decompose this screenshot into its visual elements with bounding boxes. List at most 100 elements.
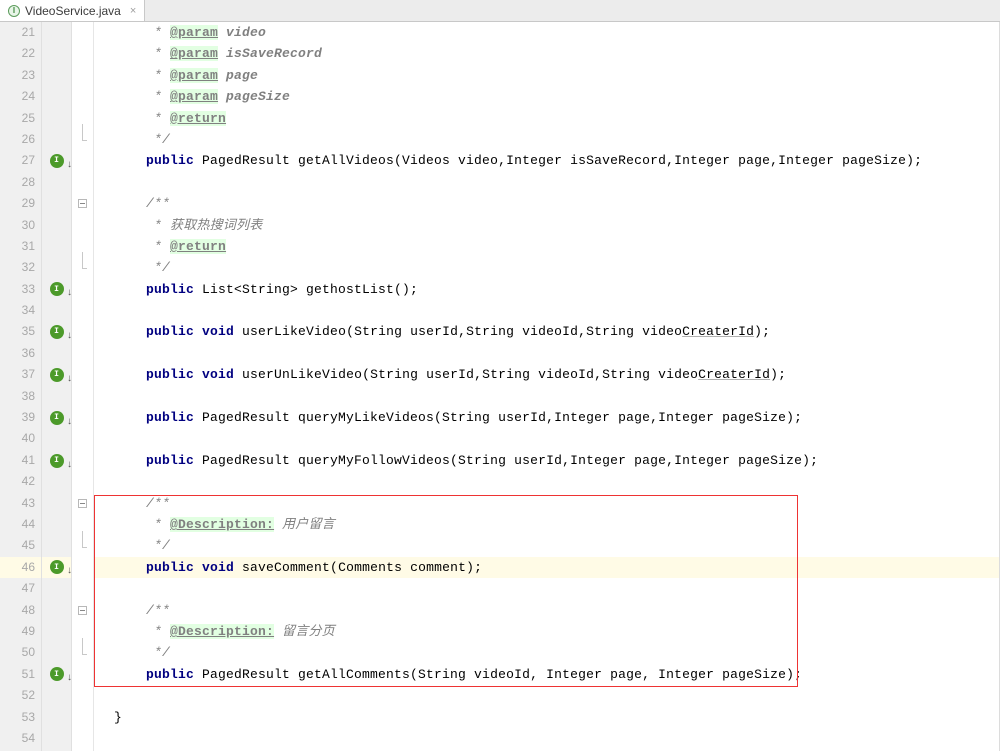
gutter-marker-cell	[42, 728, 71, 749]
line-number: 52	[0, 685, 41, 706]
fold-cell	[72, 257, 93, 278]
fold-cell	[72, 343, 93, 364]
fold-cell	[72, 493, 93, 514]
tab-bar: I VideoService.java ×	[0, 0, 1000, 22]
fold-cell	[72, 728, 93, 749]
fold-cell	[72, 65, 93, 86]
line-number: 25	[0, 108, 41, 129]
code-line[interactable]: */	[94, 535, 999, 556]
fold-cell	[72, 279, 93, 300]
code-line[interactable]: public PagedResult getAllComments(String…	[94, 664, 999, 685]
fold-cell	[72, 642, 93, 663]
code-line[interactable]: * @Description: 用户留言	[94, 514, 999, 535]
fold-end-icon	[78, 135, 87, 144]
implemented-icon[interactable]: I	[50, 411, 64, 425]
implemented-icon[interactable]: I	[50, 368, 64, 382]
code-line[interactable]: public PagedResult queryMyFollowVideos(S…	[94, 450, 999, 471]
gutter-marker-cell: I	[42, 557, 71, 578]
close-icon[interactable]: ×	[130, 5, 136, 17]
code-line[interactable]: * @param video	[94, 22, 999, 43]
line-number: 22	[0, 43, 41, 64]
code-line[interactable]	[94, 685, 999, 706]
line-number: 38	[0, 386, 41, 407]
fold-collapse-icon[interactable]	[78, 499, 87, 508]
fold-cell	[72, 300, 93, 321]
fold-collapse-icon[interactable]	[78, 199, 87, 208]
fold-cell	[72, 685, 93, 706]
code-line[interactable]	[94, 578, 999, 599]
implemented-icon[interactable]: I	[50, 560, 64, 574]
line-number: 54	[0, 728, 41, 749]
code-line[interactable]: */	[94, 642, 999, 663]
fold-cell	[72, 664, 93, 685]
code-line[interactable]: * @param page	[94, 65, 999, 86]
line-number: 26	[0, 129, 41, 150]
file-tab[interactable]: I VideoService.java ×	[0, 0, 145, 21]
gutter-marker-cell: I	[42, 450, 71, 471]
gutter-marker-cell	[42, 257, 71, 278]
code-line[interactable]: * @param isSaveRecord	[94, 43, 999, 64]
code-line[interactable]: */	[94, 257, 999, 278]
fold-cell	[72, 428, 93, 449]
fold-cell	[72, 22, 93, 43]
code-line[interactable]	[94, 172, 999, 193]
line-number: 47	[0, 578, 41, 599]
gutter-marker-cell	[42, 642, 71, 663]
code-line[interactable]	[94, 343, 999, 364]
code-line[interactable]: public void saveComment(Comments comment…	[94, 557, 999, 578]
code-line[interactable]: * 获取热搜词列表	[94, 215, 999, 236]
code-line[interactable]: /**	[94, 493, 999, 514]
gutter-marker-cell	[42, 86, 71, 107]
gutter-marker-cell: I	[42, 364, 71, 385]
line-number: 32	[0, 257, 41, 278]
code-line[interactable]: /**	[94, 600, 999, 621]
code-line[interactable]	[94, 386, 999, 407]
code-line[interactable]: public void userLikeVideo(String userId,…	[94, 321, 999, 342]
code-line[interactable]	[94, 300, 999, 321]
code-line[interactable]: public List<String> gethostList();	[94, 279, 999, 300]
code-line[interactable]: public PagedResult getAllVideos(Videos v…	[94, 150, 999, 171]
fold-cell	[72, 407, 93, 428]
fold-cell	[72, 557, 93, 578]
gutter-marker-cell	[42, 43, 71, 64]
implemented-icon[interactable]: I	[50, 282, 64, 296]
line-number: 44	[0, 514, 41, 535]
code-line[interactable]	[94, 728, 999, 749]
code-line[interactable]: * @param pageSize	[94, 86, 999, 107]
line-number: 46	[0, 557, 41, 578]
fold-cell	[72, 386, 93, 407]
code-editor[interactable]: 2122232425262728293031323334353637383940…	[0, 22, 1000, 751]
line-number: 49	[0, 621, 41, 642]
implemented-icon[interactable]: I	[50, 667, 64, 681]
implemented-icon[interactable]: I	[50, 454, 64, 468]
code-line[interactable]: public void userUnLikeVideo(String userI…	[94, 364, 999, 385]
gutter-marker-cell	[42, 236, 71, 257]
fold-collapse-icon[interactable]	[78, 606, 87, 615]
line-number: 24	[0, 86, 41, 107]
code-line[interactable]: /**	[94, 193, 999, 214]
fold-cell	[72, 193, 93, 214]
code-line[interactable]: * @return	[94, 108, 999, 129]
line-number: 40	[0, 428, 41, 449]
implemented-icon[interactable]: I	[50, 154, 64, 168]
code-area[interactable]: * @param video * @param isSaveRecord * @…	[94, 22, 999, 751]
line-number: 35	[0, 321, 41, 342]
code-line[interactable]: }	[94, 707, 999, 728]
code-line[interactable]: * @return	[94, 236, 999, 257]
interface-icon: I	[8, 5, 20, 17]
code-line[interactable]: */	[94, 129, 999, 150]
code-line[interactable]	[94, 471, 999, 492]
code-line[interactable]	[94, 428, 999, 449]
line-number: 33	[0, 279, 41, 300]
implemented-icon[interactable]: I	[50, 325, 64, 339]
line-number: 27	[0, 150, 41, 171]
code-line[interactable]: * @Description: 留言分页	[94, 621, 999, 642]
line-number: 31	[0, 236, 41, 257]
line-number: 51	[0, 664, 41, 685]
code-line[interactable]: public PagedResult queryMyLikeVideos(Str…	[94, 407, 999, 428]
gutter-marker-cell	[42, 193, 71, 214]
fold-cell	[72, 707, 93, 728]
fold-cell	[72, 215, 93, 236]
fold-cell	[72, 321, 93, 342]
fold-cell	[72, 450, 93, 471]
